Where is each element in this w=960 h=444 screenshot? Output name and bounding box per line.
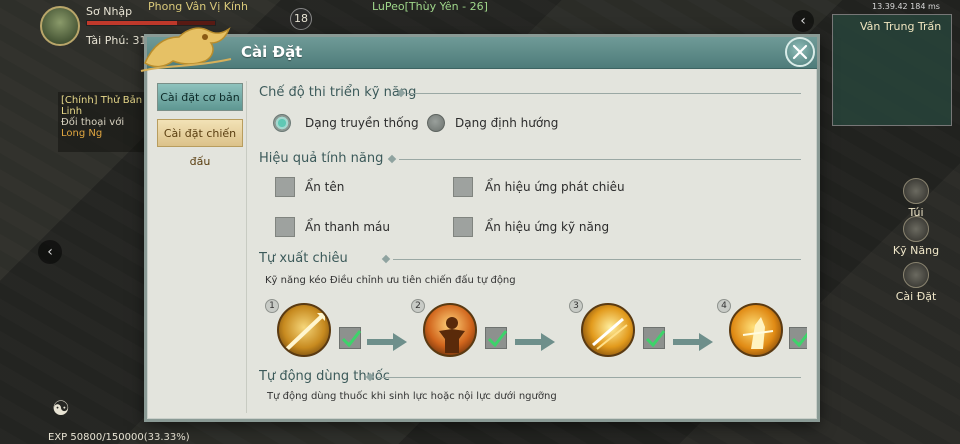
section-title-cast-mode: Chế độ thi triển kỹ năng bbox=[259, 85, 417, 100]
checkbox-hide-cast-effect[interactable] bbox=[453, 177, 473, 197]
checkbox-hide-hp-bar[interactable] bbox=[275, 217, 295, 237]
diamond-ornament-icon bbox=[381, 254, 391, 264]
spear-strike-icon[interactable] bbox=[277, 303, 331, 357]
skill-order-badge: 4 bbox=[717, 299, 731, 313]
flame-fist-icon[interactable] bbox=[729, 303, 783, 357]
level-badge: 18 bbox=[290, 8, 312, 30]
label-hide-name: Ẩn tên bbox=[305, 180, 345, 194]
section-divider bbox=[393, 259, 801, 260]
warrior-rage-icon[interactable] bbox=[423, 303, 477, 357]
skill-icon bbox=[903, 216, 929, 242]
checkbox-hide-name[interactable] bbox=[275, 177, 295, 197]
settings-label: Cài Đặt bbox=[895, 290, 937, 303]
player-avatar[interactable] bbox=[40, 6, 80, 46]
arrow-right-icon bbox=[673, 333, 713, 351]
section-title-auto-skill: Tự xuất chiêu bbox=[259, 251, 348, 266]
arrow-right-icon bbox=[367, 333, 407, 351]
settings-sidebar: Cài đặt cơ bản Cài đặt chiến đấu bbox=[153, 81, 247, 413]
auto-skill-description: Kỹ năng kéo Điều chỉnh ưu tiên chiến đấu… bbox=[265, 275, 516, 286]
map-name: Vân Trung Trấn bbox=[860, 20, 942, 33]
skill-3-checkbox[interactable] bbox=[643, 327, 666, 349]
close-icon bbox=[792, 44, 808, 60]
player-name: Sơ Nhập bbox=[86, 5, 133, 18]
label-hide-hp-bar: Ẩn thanh máu bbox=[305, 220, 390, 234]
target-player-name: LuPeo[Thùy Yên - 26] bbox=[372, 0, 488, 13]
radio-traditional-mode[interactable] bbox=[273, 114, 291, 132]
bag-icon bbox=[903, 178, 929, 204]
bag-button[interactable]: Túi bbox=[888, 178, 944, 219]
meditate-icon[interactable]: ☯ bbox=[52, 396, 78, 422]
section-divider bbox=[399, 159, 801, 160]
skill-order-badge: 2 bbox=[411, 299, 425, 313]
skill-order-badge: 1 bbox=[265, 299, 279, 313]
quest-desc: Đối thoại với Long Ng bbox=[61, 117, 145, 139]
settings-content: Chế độ thi triển kỹ năng Dạng truyền thố… bbox=[259, 81, 807, 415]
quest-desc-prefix: Đối thoại với bbox=[61, 117, 125, 128]
quest-tracker[interactable]: [Chính] Thử Bản Linh Đối thoại với Long … bbox=[58, 92, 148, 152]
checkbox-hide-skill-effect[interactable] bbox=[453, 217, 473, 237]
arrow-right-icon bbox=[515, 333, 555, 351]
skill-button[interactable]: Kỹ Năng bbox=[888, 216, 944, 257]
diamond-ornament-icon bbox=[387, 154, 397, 164]
tab-basic-settings[interactable]: Cài đặt cơ bản bbox=[157, 83, 243, 111]
chevron-right-icon[interactable]: ‹ bbox=[792, 10, 814, 32]
clock: 13.39.42 184 ms bbox=[872, 2, 940, 11]
tab-combat-settings[interactable]: Cài đặt chiến đấu bbox=[157, 119, 243, 168]
label-hide-skill-effect: Ẩn hiệu ứng kỹ năng bbox=[485, 220, 610, 234]
section-divider bbox=[377, 377, 801, 378]
quest-npc: Long Ng bbox=[61, 128, 103, 139]
checkmark-icon bbox=[645, 330, 666, 348]
skill-1-checkbox[interactable] bbox=[339, 327, 362, 349]
checkmark-icon bbox=[487, 330, 508, 348]
blade-slash-icon[interactable] bbox=[581, 303, 635, 357]
exp-text: EXP 50800/150000(33.33%) bbox=[48, 432, 190, 443]
section-title-effects: Hiệu quả tính năng bbox=[259, 151, 384, 166]
settings-button[interactable]: Cài Đặt bbox=[888, 262, 944, 303]
radio-directional-mode[interactable] bbox=[427, 114, 445, 132]
skill-4-checkbox[interactable] bbox=[789, 327, 807, 349]
skill-order-badge: 3 bbox=[569, 299, 583, 313]
dialog-title: Cài Đặt bbox=[241, 43, 303, 61]
golden-lion-emblem-icon bbox=[140, 27, 232, 72]
section-divider bbox=[407, 93, 801, 94]
auto-potion-description: Tự động dùng thuốc khi sinh lực hoặc nội… bbox=[267, 391, 557, 402]
quest-title: [Chính] Thử Bản Linh bbox=[61, 95, 143, 117]
dialog-header: Cài Đặt bbox=[147, 37, 817, 69]
top-status-text: Phong Vân Vị Kính bbox=[148, 0, 248, 13]
skill-label: Kỹ Năng bbox=[892, 244, 940, 257]
close-button[interactable] bbox=[785, 37, 815, 67]
label-traditional-mode: Dạng truyền thống bbox=[305, 116, 419, 130]
label-directional-mode: Dạng định hướng bbox=[455, 116, 559, 130]
checkmark-icon bbox=[791, 332, 807, 348]
chevron-left-icon[interactable]: ‹ bbox=[38, 240, 62, 264]
settings-dialog: Cài Đặt Cài đặt cơ bản Cài đặt chiến đấu… bbox=[140, 27, 820, 422]
skill-2-checkbox[interactable] bbox=[485, 327, 508, 349]
label-hide-cast-effect: Ẩn hiệu ứng phát chiêu bbox=[485, 180, 625, 194]
checkmark-icon bbox=[341, 330, 362, 348]
gear-icon bbox=[903, 262, 929, 288]
